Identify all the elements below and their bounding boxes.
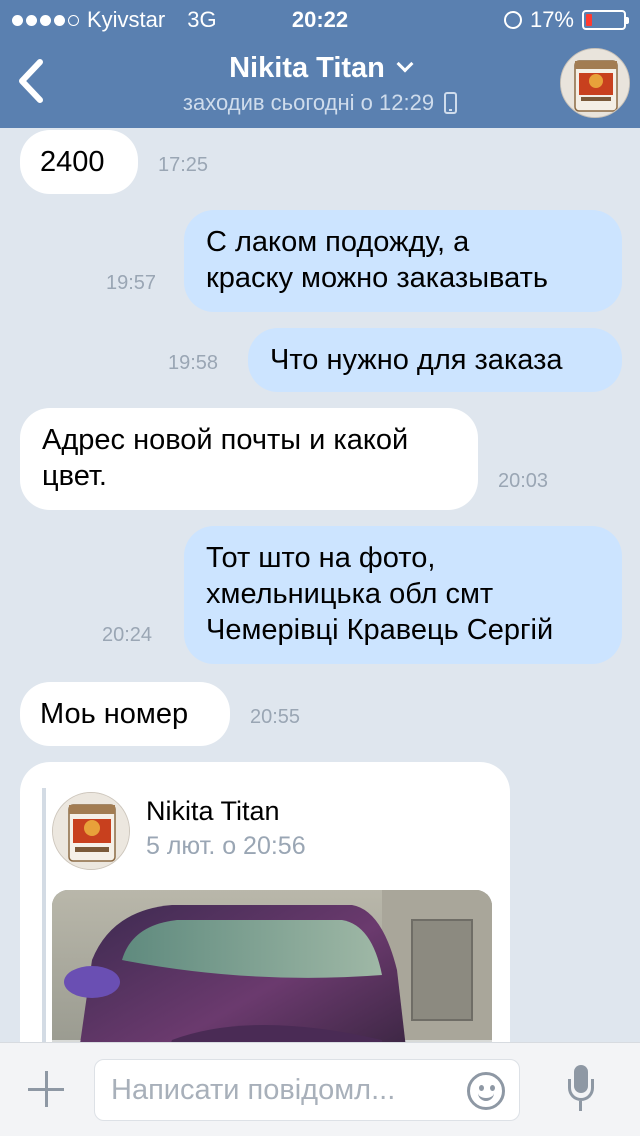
avatar[interactable] <box>560 48 630 118</box>
forwarded-author-avatar[interactable] <box>52 792 130 870</box>
message-input-placeholder: Написати повідомл... <box>111 1074 396 1106</box>
message-text: 2400 <box>40 146 105 178</box>
message-text: Моь номер <box>40 698 189 730</box>
message-time: 20:55 <box>250 706 301 728</box>
message-composer: Написати повідомл... <box>0 1042 640 1136</box>
battery-percent: 17% <box>529 7 574 32</box>
message-time: 19:58 <box>168 352 219 374</box>
car-photo[interactable] <box>52 890 492 1042</box>
status-bar: Kyivstar 3G 20:22 17% <box>0 0 640 40</box>
microphone-icon[interactable] <box>566 1065 596 1117</box>
battery-icon <box>582 10 629 30</box>
alarm-icon <box>503 11 522 29</box>
contact-name: Nikita Titan <box>229 52 385 84</box>
message-line: Тот што на фото, <box>206 542 436 574</box>
message-line: С лаком подожду, а <box>206 226 470 258</box>
message-time: 17:25 <box>158 154 209 176</box>
message-line: цвет. <box>42 460 107 492</box>
message-time: 20:24 <box>102 624 153 646</box>
paint-can-image <box>561 49 629 117</box>
outgoing-message-bubble[interactable]: Тот што на фото, хмельницька обл смт Чем… <box>184 526 622 664</box>
incoming-message-bubble[interactable]: Адрес новой почты и какой цвет. <box>20 408 478 510</box>
chevron-down-icon <box>396 55 414 73</box>
nav-header: Kyivstar 3G 20:22 17% Nikita Titan заход… <box>0 0 640 128</box>
forwarded-message-card[interactable]: Nikita Titan 5 лют. о 20:56 <box>20 762 510 1042</box>
status-right: 17% <box>503 0 629 40</box>
message-line: хмельницька обл смт <box>206 578 494 610</box>
message-list[interactable]: 2400 17:25 С лаком подожду, а краску мож… <box>0 128 640 1042</box>
forward-indicator-line <box>42 788 46 1042</box>
car-image <box>52 890 492 1042</box>
forwarded-author-name: Nikita Titan <box>146 796 280 826</box>
message-time: 20:03 <box>498 470 549 492</box>
last-seen-text: заходив сьогодні о 12:29 <box>182 90 435 115</box>
outgoing-message-bubble[interactable]: С лаком подожду, а краску можно заказыва… <box>184 210 622 312</box>
attach-plus-icon[interactable] <box>26 1069 66 1109</box>
message-line: Адрес новой почты и какой <box>42 424 409 456</box>
message-text: Что нужно для заказа <box>270 344 563 376</box>
message-input[interactable]: Написати повідомл... <box>94 1059 520 1121</box>
outgoing-message-bubble[interactable]: Что нужно для заказа <box>248 328 622 392</box>
incoming-message-bubble[interactable]: Моь номер <box>20 682 230 746</box>
emoji-icon[interactable] <box>467 1072 505 1110</box>
chat-title-area[interactable]: Nikita Titan заходив сьогодні о 12:29 <box>0 48 640 118</box>
message-time: 19:57 <box>106 272 157 294</box>
paint-can-image <box>53 793 129 869</box>
chat-title[interactable]: Nikita Titan <box>229 48 414 88</box>
incoming-message-bubble[interactable]: 2400 <box>20 130 138 194</box>
mobile-icon <box>444 92 458 114</box>
last-seen-status: заходив сьогодні о 12:29 <box>182 88 458 118</box>
message-line: Чемерівці Кравець Сергій <box>206 614 554 646</box>
message-line: краску можно заказывать <box>206 262 549 294</box>
forwarded-date: 5 лют. о 20:56 <box>146 832 306 860</box>
